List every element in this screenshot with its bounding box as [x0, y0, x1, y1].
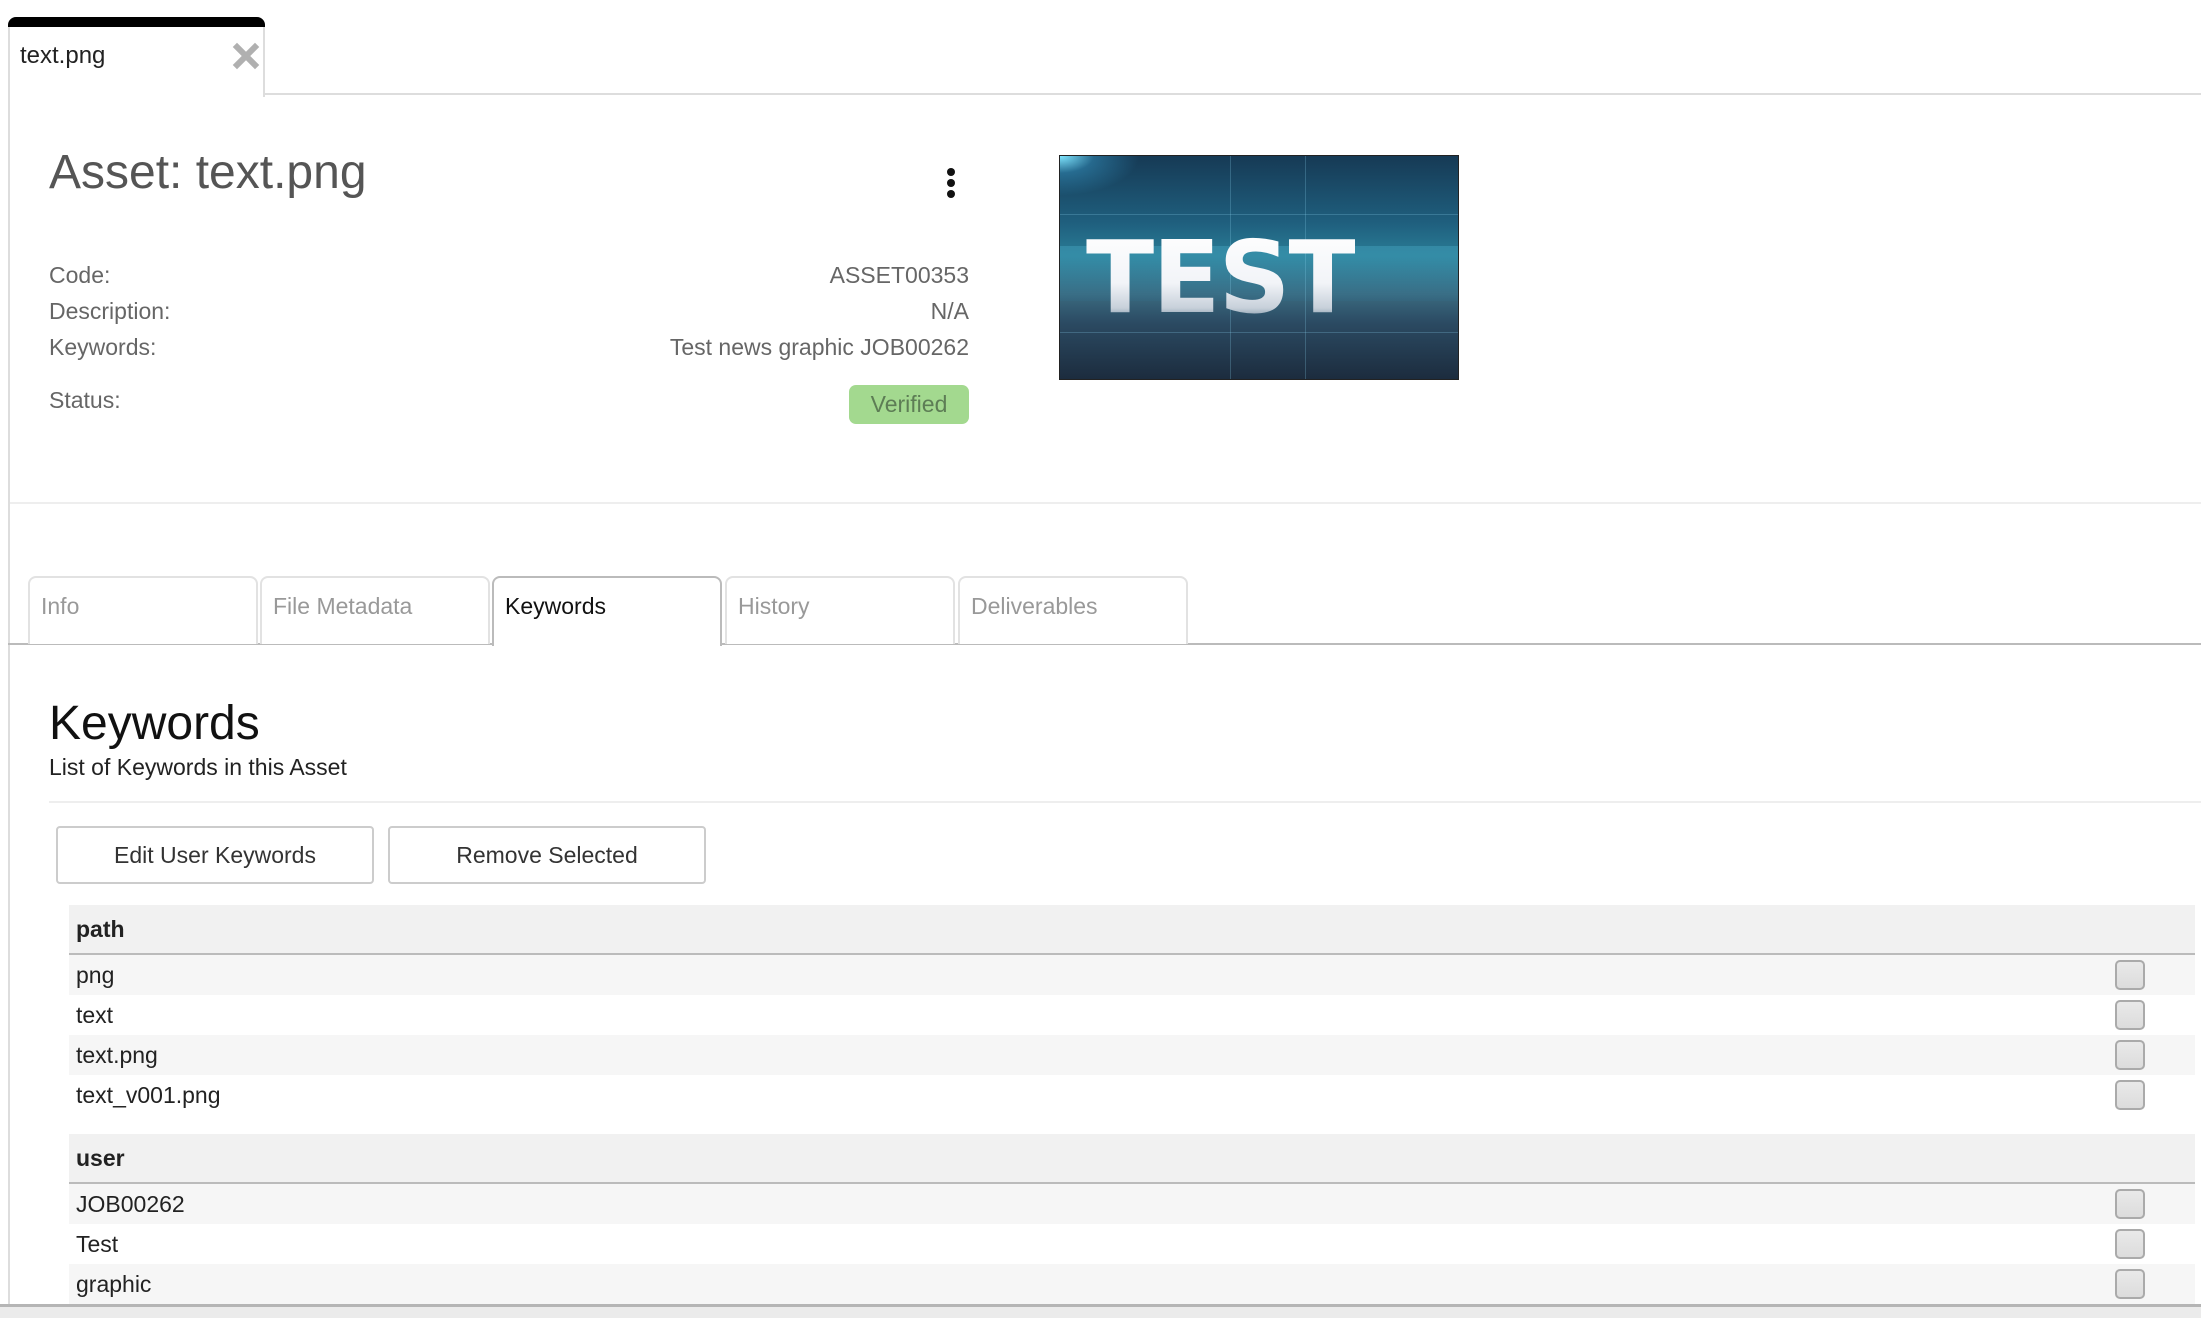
- list-item: Test: [69, 1224, 2195, 1264]
- tab-label: File Metadata: [273, 593, 413, 619]
- code-label: Code:: [49, 262, 111, 288]
- tab-label: History: [738, 593, 810, 619]
- description-label: Description:: [49, 298, 171, 324]
- tab-label: Deliverables: [971, 593, 1098, 619]
- keyword-group-header: path: [69, 905, 2195, 955]
- list-item: text_v001.png: [69, 1075, 2195, 1115]
- document-tab-label: text.png: [20, 42, 106, 69]
- tab-label: Keywords: [505, 593, 606, 619]
- list-item: text: [69, 995, 2195, 1035]
- keyword-list: JOB00262 Test graphic: [69, 1184, 2195, 1304]
- keywords-label: Keywords:: [49, 334, 157, 360]
- tab-deliverables[interactable]: Deliverables: [958, 576, 1188, 644]
- edit-user-keywords-button[interactable]: Edit User Keywords: [56, 826, 374, 884]
- horizontal-scrollbar[interactable]: [0, 1304, 2201, 1318]
- keyword-label: text_v001.png: [76, 1082, 221, 1108]
- keyword-label: text: [76, 1002, 114, 1028]
- tab-history[interactable]: History: [725, 576, 955, 644]
- status-badge: Verified: [849, 385, 969, 424]
- keyword-group-path: path png text text.png text_v001.png: [69, 905, 2195, 1115]
- keyword-label: graphic: [76, 1271, 152, 1297]
- list-item: JOB00262: [69, 1184, 2195, 1224]
- tab-label: Info: [41, 593, 80, 619]
- tab-file-metadata[interactable]: File Metadata: [260, 576, 490, 644]
- active-tab-indicator: [8, 17, 265, 27]
- thumbnail-text: TEST: [1086, 219, 1357, 336]
- asset-thumbnail[interactable]: TEST: [1059, 155, 1459, 380]
- keyword-checkbox[interactable]: [2115, 1000, 2145, 1030]
- document-tab-text-png[interactable]: text.png: [8, 17, 265, 97]
- section-divider: [49, 801, 2201, 803]
- section-heading: Keywords: [49, 697, 260, 750]
- remove-selected-button[interactable]: Remove Selected: [388, 826, 706, 884]
- tab-keywords[interactable]: Keywords: [492, 576, 722, 646]
- code-value: ASSET00353: [829, 262, 969, 288]
- document-tab-bar: text.png: [0, 0, 2201, 97]
- keyword-list: png text text.png text_v001.png: [69, 955, 2195, 1115]
- thumbnail-glow: [1060, 156, 1140, 196]
- keyword-group-header: user: [69, 1134, 2195, 1184]
- keyword-group-user: user JOB00262 Test graphic: [69, 1134, 2195, 1304]
- page-title: Asset: text.png: [49, 146, 367, 199]
- section-subtitle: List of Keywords in this Asset: [49, 754, 347, 780]
- status-label: Status:: [49, 387, 121, 413]
- keyword-checkbox[interactable]: [2115, 1229, 2145, 1259]
- keyword-label: text.png: [76, 1042, 158, 1068]
- keyword-label: JOB00262: [76, 1191, 185, 1217]
- description-value: N/A: [930, 298, 969, 324]
- keyword-checkbox[interactable]: [2115, 960, 2145, 990]
- keyword-checkbox[interactable]: [2115, 1269, 2145, 1299]
- more-vertical-icon[interactable]: [940, 166, 962, 202]
- keywords-value: Test news graphic JOB00262: [669, 334, 969, 360]
- list-item: graphic: [69, 1264, 2195, 1304]
- keyword-checkbox[interactable]: [2115, 1080, 2145, 1110]
- tab-info[interactable]: Info: [28, 576, 258, 644]
- list-item: text.png: [69, 1035, 2195, 1075]
- keyword-label: png: [76, 962, 115, 988]
- keyword-checkbox[interactable]: [2115, 1040, 2145, 1070]
- header-divider: [10, 502, 2201, 504]
- keyword-checkbox[interactable]: [2115, 1189, 2145, 1219]
- close-icon[interactable]: [231, 41, 261, 71]
- thumbnail-line: [1060, 214, 1458, 215]
- list-item: png: [69, 955, 2195, 995]
- keyword-label: Test: [76, 1231, 119, 1257]
